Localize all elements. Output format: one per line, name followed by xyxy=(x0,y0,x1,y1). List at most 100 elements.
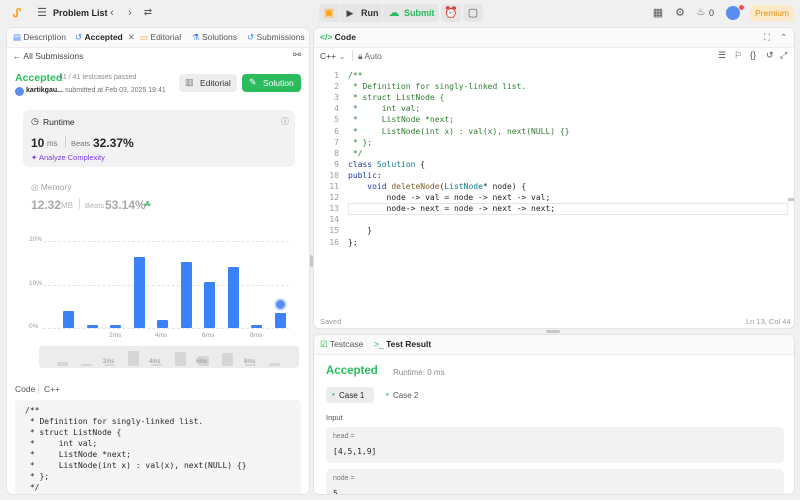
chart-bar[interactable] xyxy=(133,257,145,328)
tab-accepted[interactable]: ↺ Accepted ✕ xyxy=(75,32,135,43)
tab-submissions[interactable]: ↺ Submissions xyxy=(247,32,305,43)
y-tick-label: 10% xyxy=(29,279,43,287)
shuffle-icon[interactable]: ⇄ xyxy=(141,6,155,20)
link-icon[interactable]: ⚯ xyxy=(293,50,301,61)
cursor-position: Ln 13, Col 44 xyxy=(746,317,791,326)
solution-button[interactable]: ✎ Solution xyxy=(242,74,301,92)
editorial-button[interactable]: ▥ Editorial xyxy=(179,74,237,92)
your-submission-marker[interactable] xyxy=(273,298,287,312)
cloud-upload-icon: ☁ xyxy=(388,7,400,19)
flask-icon: ⚗ xyxy=(192,32,202,42)
analyze-complexity-link[interactable]: ✦ Analyze Complexity xyxy=(31,153,105,162)
y-tick-label: 20% xyxy=(29,236,43,243)
chart-bar[interactable] xyxy=(86,324,98,328)
premium-button[interactable]: Premium xyxy=(750,5,794,21)
chart-bar[interactable] xyxy=(180,261,192,328)
run-button[interactable]: ▶ Run xyxy=(340,4,382,22)
memory-beats-label: Beats xyxy=(85,201,105,210)
tab-description[interactable]: ▤ Description xyxy=(13,32,66,43)
head-label: head = xyxy=(333,433,355,440)
gear-icon[interactable]: ⚙ xyxy=(673,6,687,20)
note-icon: ▢ xyxy=(467,7,479,19)
avatar[interactable] xyxy=(726,6,740,20)
line-number: 11 xyxy=(329,182,339,191)
line-number: 14 xyxy=(329,215,339,225)
edit-icon: ✎ xyxy=(249,77,257,87)
resize-handle[interactable] xyxy=(546,330,560,333)
chart-bar[interactable] xyxy=(204,281,215,328)
code-line: node-> next = node -> next -> next; xyxy=(348,204,556,214)
scrollbar[interactable] xyxy=(788,198,794,201)
line-number: 7 xyxy=(334,137,339,147)
submitted-code-block[interactable]: /** * Definition for singly-linked list.… xyxy=(15,400,301,494)
code-line: * Definition for singly-linked list. xyxy=(25,417,204,426)
x-tick-label: 2ms xyxy=(109,332,122,339)
info-icon[interactable]: ⓘ xyxy=(281,116,289,127)
tab-editorial[interactable]: ▭ Editorial xyxy=(140,32,181,43)
fire-icon[interactable]: ♨ xyxy=(695,6,707,20)
line-number: 13 xyxy=(329,204,339,214)
runtime-unit: ms xyxy=(47,139,58,148)
runtime-distribution-chart[interactable]: 20% 10% 0% 2ms 4ms 6ms 8ms xyxy=(7,228,309,344)
terminal-icon: >_ xyxy=(374,339,387,349)
tab-solutions[interactable]: ⚗ Solutions xyxy=(192,32,237,43)
runtime-beats: 32.37% xyxy=(93,136,134,150)
premium-label: Premium xyxy=(755,8,790,18)
checkbox-icon: ☑ xyxy=(320,339,330,349)
divider xyxy=(65,136,66,147)
run-label: Run xyxy=(361,8,379,18)
range-selector[interactable]: 2ms 4ms 6ms 8ms xyxy=(39,346,299,368)
note-button[interactable]: ▢ xyxy=(463,4,483,22)
memory-unit: MB xyxy=(61,201,73,210)
line-number: 2 xyxy=(334,82,339,92)
problem-list-link[interactable]: Problem List xyxy=(53,8,108,18)
line-number: 16 xyxy=(329,237,339,247)
chart-bar[interactable] xyxy=(274,313,286,328)
chevron-left-icon[interactable]: ‹ xyxy=(106,6,118,20)
node-value: 5 xyxy=(333,489,338,495)
list-icon[interactable]: ☰ xyxy=(36,6,48,20)
code-line: */ xyxy=(25,483,40,492)
gridline xyxy=(43,328,289,329)
chart-bar[interactable] xyxy=(63,310,74,328)
code-line: * struct ListNode { xyxy=(348,93,445,103)
chart-bar[interactable] xyxy=(110,325,121,328)
submit-button[interactable]: ☁ Submit xyxy=(383,4,439,22)
left-tab-bar: ▤ Description ↺ Accepted ✕ ▭ Editorial ⚗ … xyxy=(7,28,309,48)
gridline xyxy=(43,284,289,286)
close-icon[interactable]: ✕ xyxy=(128,32,135,42)
tab-testcase[interactable]: ☑ Testcase xyxy=(320,339,363,350)
result-panel: ☑ Testcase >_ Test Result Accepted Runti… xyxy=(313,334,795,495)
debug-button[interactable]: ▣ xyxy=(319,4,339,22)
streak-count[interactable]: 0 xyxy=(709,8,714,18)
case-2-tab[interactable]: • Case 2 xyxy=(380,387,428,403)
timer-button[interactable]: ⏰ xyxy=(441,4,461,22)
code-editor[interactable]: 1 2 3 4 5 6 7 8 9 10 11 12 13 14 15 16/** * Definition … xyxy=(314,28,794,328)
chevron-right-icon[interactable]: › xyxy=(124,6,136,20)
chart-bar[interactable] xyxy=(251,324,262,328)
memory-label[interactable]: ◎ Memory xyxy=(31,182,71,193)
x-tick-label: 6ms xyxy=(202,332,215,339)
code-line: void deleteNode(ListNode* node) { xyxy=(367,182,527,191)
chart-bar[interactable] xyxy=(157,320,168,328)
tab-test-result[interactable]: >_ Test Result xyxy=(374,339,431,349)
user-avatar[interactable] xyxy=(15,87,24,96)
mini-x-tick-label: 6ms xyxy=(196,359,208,365)
book-icon: ▥ xyxy=(185,77,194,87)
mini-x-tick-label: 2ms xyxy=(103,359,115,365)
clock-icon: ◷ xyxy=(31,116,39,126)
case-1-tab[interactable]: • Case 1 xyxy=(326,387,374,403)
code-line: * ListNode(int x) : val(x), next(NULL) {… xyxy=(25,461,247,470)
play-icon: ▶ xyxy=(346,8,354,18)
y-tick-label: 0% xyxy=(29,323,39,330)
chart-bar[interactable] xyxy=(227,266,239,328)
line-number: 6 xyxy=(334,126,339,136)
line-number: 5 xyxy=(334,115,339,125)
code-line: node -> val = node -> next -> val; xyxy=(348,193,551,203)
leetcode-logo[interactable]: ᔑ xyxy=(10,6,24,20)
runtime-card[interactable]: ◷ Runtime ⓘ 10 ms Beats 32.37% ✦ Analyze… xyxy=(23,110,295,167)
testcases-passed: 41 / 41 testcases passed xyxy=(59,74,137,81)
username[interactable]: kartikgau... xyxy=(26,87,63,94)
layout-grid-icon[interactable]: ▦ xyxy=(651,6,665,20)
back-to-submissions[interactable]: ← All Submissions xyxy=(13,51,83,61)
